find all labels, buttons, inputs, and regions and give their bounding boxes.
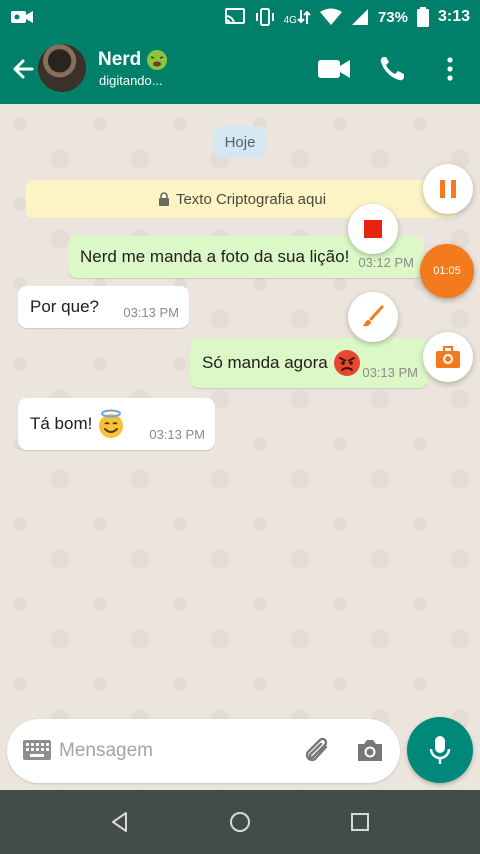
attach-icon[interactable] [303, 735, 333, 767]
toolbox-icon [436, 346, 460, 368]
message-text: Por que? [30, 297, 99, 316]
avatar[interactable] [38, 44, 86, 92]
recorder-toolbox-button[interactable] [423, 332, 473, 382]
video-call-icon[interactable] [316, 54, 352, 84]
message-time: 03:13 PM [149, 427, 205, 442]
date-chip: Hoje [214, 126, 266, 158]
recorder-pause-button[interactable] [423, 164, 473, 214]
message-text: Só manda agora [202, 353, 328, 372]
angry-face-icon [333, 350, 360, 376]
stop-icon [364, 220, 382, 238]
mic-icon [429, 736, 451, 764]
contact-name-row[interactable]: Nerd [98, 49, 168, 71]
nav-recents-icon[interactable] [348, 810, 372, 834]
message-bubble-outgoing[interactable]: Só manda agora 03:13 PM [190, 338, 428, 388]
vibrate-icon [255, 8, 274, 26]
more-vert-icon[interactable] [440, 55, 460, 83]
lock-icon [158, 192, 169, 206]
message-time: 03:13 PM [123, 305, 179, 320]
wifi-icon [319, 8, 342, 25]
mic-button[interactable] [407, 717, 473, 783]
recorder-stop-button[interactable] [348, 204, 398, 254]
message-input[interactable] [59, 733, 289, 769]
clock: 3:13 [437, 8, 470, 25]
message-bubble-incoming[interactable]: Por que? 03:13 PM [18, 286, 189, 328]
nav-home-icon[interactable] [228, 810, 252, 834]
message-content: Tá bom! [30, 409, 126, 439]
message-text: Nerd me manda a foto da sua lição! [80, 247, 350, 266]
message-text: Tá bom! [30, 414, 93, 433]
keyboard-icon[interactable] [22, 738, 52, 762]
battery-icon [416, 7, 429, 27]
brush-icon [363, 305, 384, 327]
message-composer [7, 719, 400, 783]
nav-back-icon[interactable] [108, 810, 132, 834]
status-bar: 4G 73% 3:13 [0, 0, 480, 34]
phone-icon[interactable] [378, 54, 406, 84]
battery-percent: 73% [377, 8, 408, 26]
pause-icon [440, 180, 456, 198]
back-arrow-icon[interactable] [8, 54, 38, 84]
system-navigation-bar [0, 790, 480, 854]
contact-name: Nerd [98, 49, 142, 70]
message-bubble-incoming[interactable]: Tá bom! 03:13 PM [18, 398, 215, 450]
nauseated-face-icon [147, 50, 168, 70]
chat-area[interactable]: Hoje Texto Criptografia aqui Nerd me man… [0, 104, 480, 790]
video-camera-icon [11, 11, 33, 23]
message-time: 03:13 PM [362, 365, 418, 380]
recorder-brush-button[interactable] [348, 292, 398, 342]
smiling-face-with-halo-icon [99, 409, 124, 438]
encryption-notice-text: Texto Criptografia aqui [175, 190, 327, 208]
typing-status: digitando... [99, 73, 163, 88]
cast-icon [224, 8, 245, 25]
signal-icon [351, 9, 368, 25]
message-content: Só manda agora [202, 348, 362, 378]
chat-header: Nerd digitando... [0, 34, 480, 104]
camera-icon[interactable] [356, 737, 384, 763]
encryption-notice[interactable]: Texto Criptografia aqui [26, 180, 458, 218]
recorder-timer-button[interactable]: 01:05 [420, 244, 474, 298]
network-type-icon: 4G [284, 8, 311, 26]
message-time: 03:12 PM [358, 255, 414, 270]
